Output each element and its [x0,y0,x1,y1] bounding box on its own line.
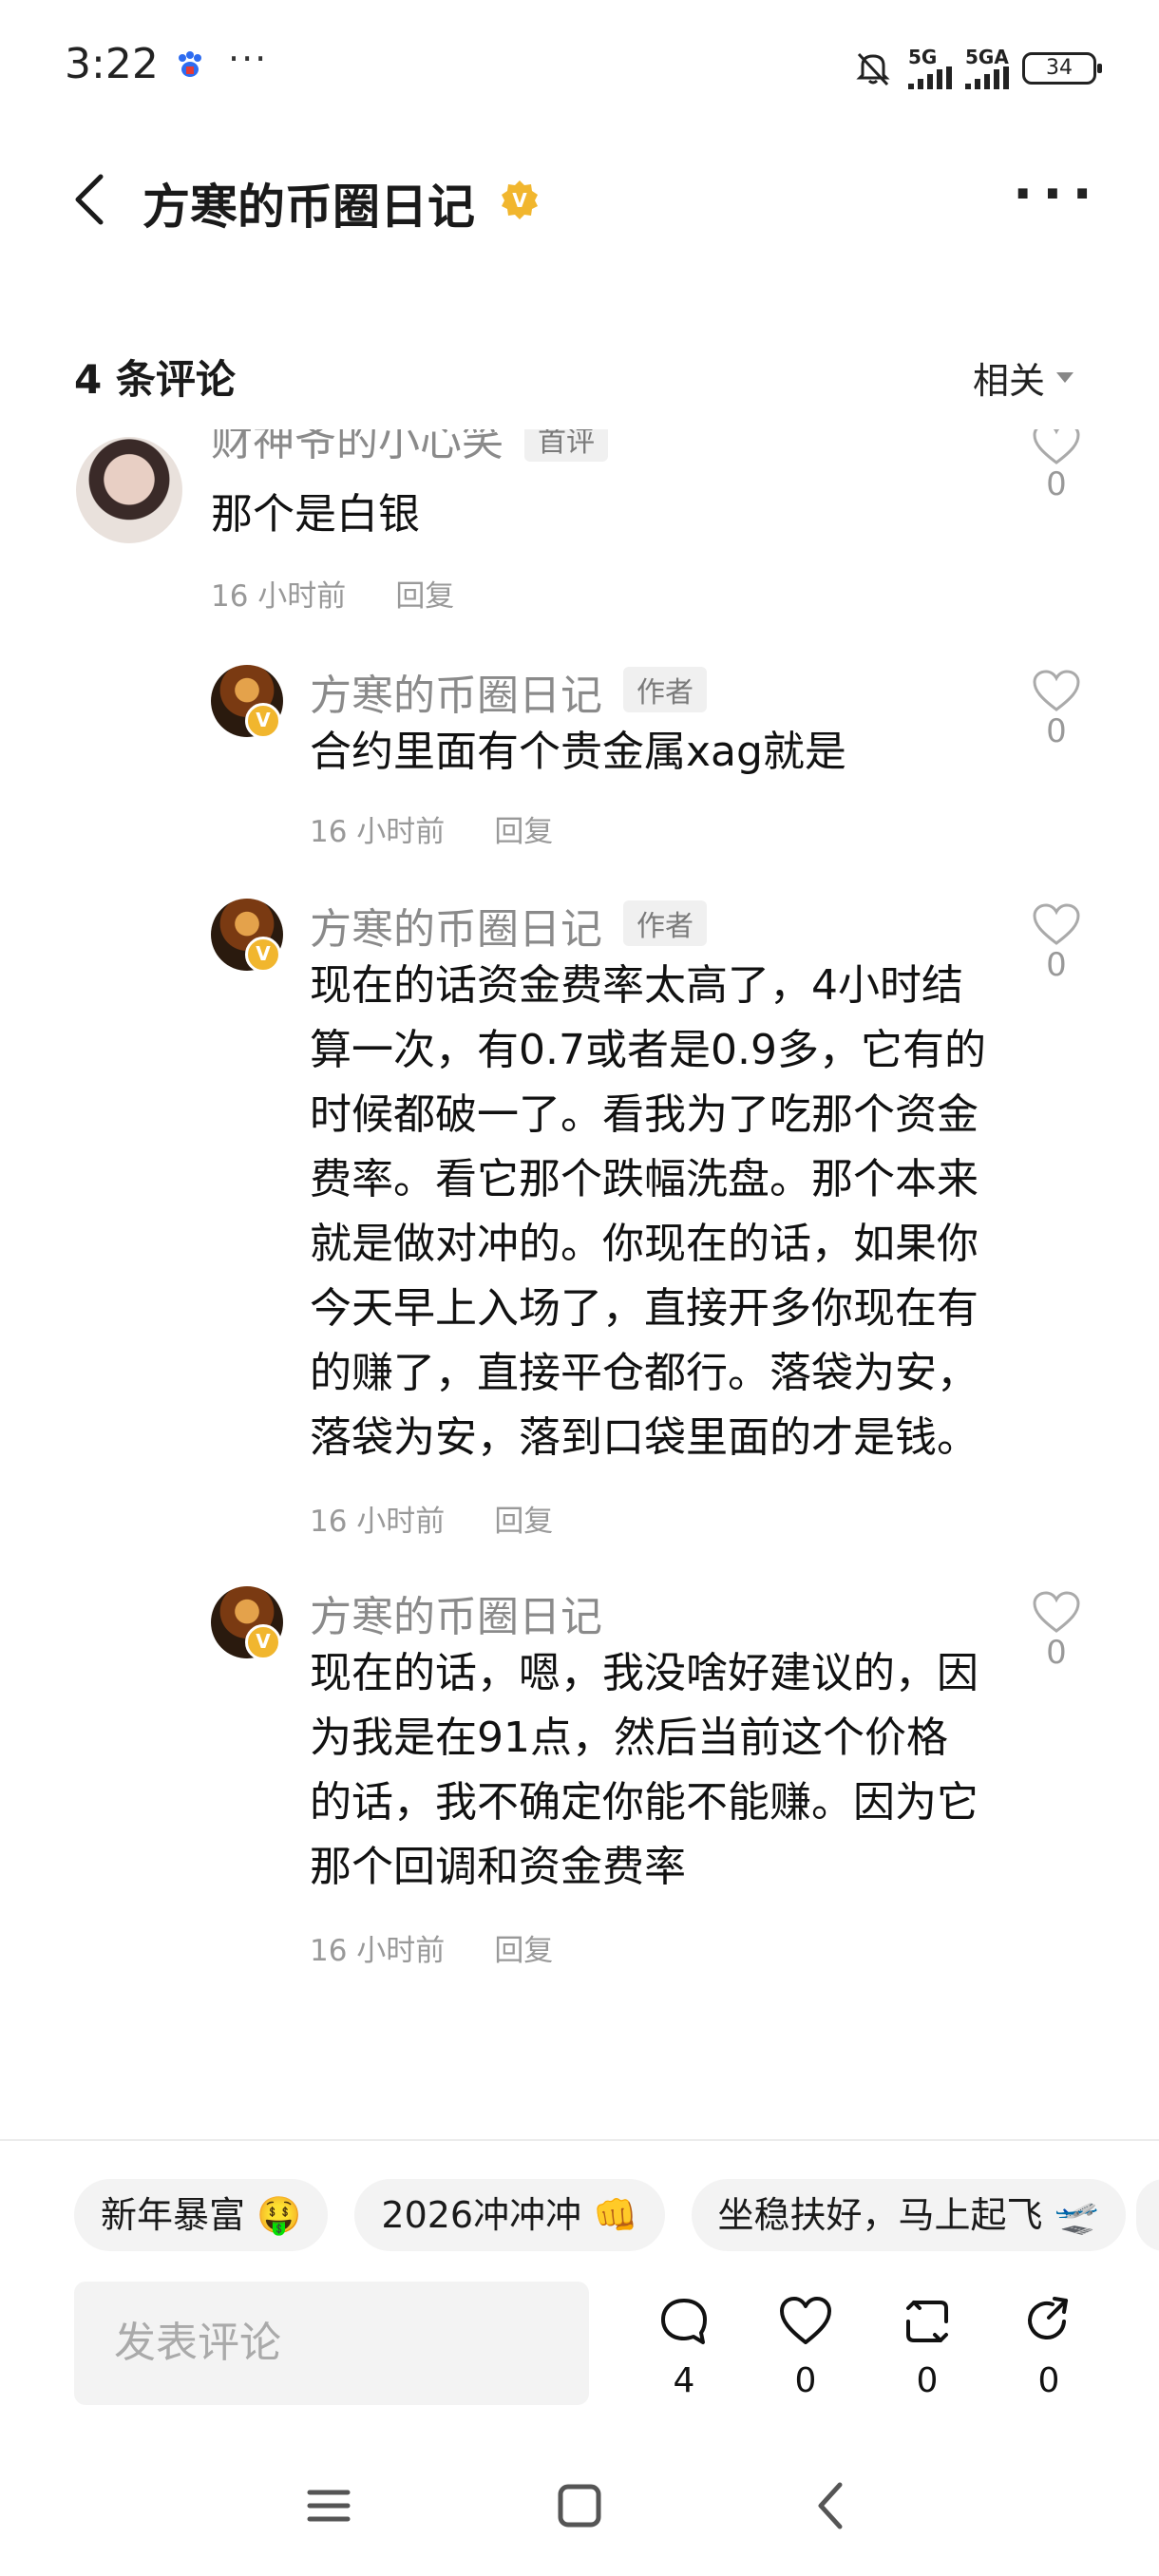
status-more-dots: ··· [228,38,269,80]
like-count: 0 [794,2361,817,2400]
back-arrow-icon[interactable] [68,169,114,230]
reply-button[interactable]: 回复 [494,815,553,849]
divider [0,2139,1159,2141]
net-label-5ga: 5GA [965,46,1009,68]
comment-icon [661,2299,707,2344]
quick-reply-chip[interactable]: 2026冲冲冲 👊 [354,2179,665,2251]
reply-button[interactable]: 回复 [395,579,454,614]
comment-button[interactable]: 4 [646,2293,722,2400]
heart-icon [1033,903,1080,945]
reply-button[interactable]: 回复 [494,1505,553,1539]
page-title: 方寒的币圈日记 [142,180,475,235]
share-count: 0 [1037,2361,1060,2400]
like-post-button[interactable]: 0 [768,2293,844,2400]
status-time: 3:22 [65,40,159,88]
comment-time: 16 小时前 [211,579,347,614]
quick-reply-chip-partial[interactable] [1136,2179,1159,2251]
comment-line: 那个回调和资金费率 [310,1843,686,1891]
comment-line: 算一次，有0.7或者是0.9多，它有的 [310,1026,986,1074]
repost-button[interactable]: 0 [889,2293,965,2400]
quick-reply-chip[interactable]: 新年暴富 🤑 [74,2179,329,2251]
signal-group-2: 5GA [965,47,1009,89]
comment-author-name[interactable]: 方寒的币圈日记 [310,895,602,956]
comment-author-name[interactable]: 方寒的币圈日记 [310,661,602,722]
heart-icon [1033,429,1080,464]
quick-reply-chip[interactable]: 坐稳扶好，马上起飞 🛫 [691,2179,1126,2251]
comment-line: 就是做对冲的。你现在的话，如果你 [310,1220,978,1268]
comment-line: 的话，我不确定你能不能赚。因为它 [310,1778,978,1827]
menu-icon[interactable] [300,2477,357,2534]
like-button[interactable]: 0 [1028,429,1085,503]
home-icon[interactable] [551,2477,608,2534]
comment-time: 16 小时前 [310,1934,446,1968]
heart-icon [780,2297,831,2344]
comment-line: 现在的话资金费率太高了，4小时结 [310,961,963,1010]
comment-time: 16 小时前 [310,1505,446,1539]
comment-text: 那个是白银 [211,490,420,539]
comment-text: 合约里面有个贵金属xag就是 [310,728,846,776]
heart-icon [1033,1591,1080,1633]
signal-icon [965,66,1009,89]
mute-icon [856,52,890,86]
comment-line: 费率。看它那个跌幅洗盘。那个本来 [310,1155,978,1203]
comment-list[interactable]: 财神爷的小心笑 首评 那个是白银 16 小时前 回复 0 V 方寒的币圈日记 作者… [0,429,1159,2130]
share-button[interactable]: 0 [1011,2293,1087,2400]
comment-author-name[interactable]: 方寒的币圈日记 [310,1582,602,1643]
like-count: 0 [1046,946,1067,984]
verified-badge-icon: V [245,703,281,739]
repost-count: 0 [916,2361,939,2400]
first-comment-tag: 首评 [524,429,608,462]
comment-time: 16 小时前 [310,815,446,849]
verified-badge-icon: V [245,937,281,973]
net-label-5g: 5G [908,46,938,68]
like-count: 0 [1046,1634,1067,1672]
repost-icon [906,2301,948,2342]
chevron-down-icon [1056,372,1074,383]
comment-text: 现在的话资金费率太高了，4小时结 算一次，有0.7或者是0.9多，它有的 时候都… [310,954,986,1470]
battery-icon: 34 [1022,52,1102,85]
verified-badge-icon: V [499,179,541,220]
more-icon[interactable]: ··· [1013,163,1102,225]
avatar[interactable] [76,437,182,543]
sort-label: 相关 [972,360,1045,402]
verified-badge-icon: V [245,1624,281,1660]
comment-line: 为我是在91点，然后当前这个价格 [310,1714,948,1762]
comment-line: 今天早上入场了，直接开多你现在有 [310,1284,978,1333]
comment-input[interactable]: 发表评论 [74,2282,589,2405]
like-button[interactable]: 0 [1028,669,1085,750]
like-count: 0 [1046,465,1067,503]
like-count: 0 [1046,712,1067,750]
heart-icon [1033,670,1080,711]
author-tag: 作者 [623,900,707,946]
back-icon[interactable] [804,2477,861,2534]
comment-author-name[interactable]: 财神爷的小心笑 [211,429,504,467]
quick-reply-chips: 新年暴富 🤑 2026冲冲冲 👊 坐稳扶好，马上起飞 🛫 [74,2179,1126,2251]
comment-line: 的赚了，直接平仓都行。落袋为安， [310,1349,978,1397]
signal-icon [908,66,952,89]
like-button[interactable]: 0 [1028,902,1085,984]
comment-text: 现在的话，嗯，我没啥好建议的，因 为我是在91点，然后当前这个价格 的话，我不确… [310,1641,978,1900]
comment-meta: 16 小时前 回复 [310,1926,602,1969]
comment-meta: 16 小时前 回复 [211,572,504,615]
author-tag: 作者 [623,667,707,712]
comment-count: 4 条评论 [74,356,236,403]
baidu-app-icon [173,47,207,82]
status-right: 5G 5GA 34 [851,40,1102,97]
comment-line: 现在的话，嗯，我没啥好建议的，因 [310,1649,978,1697]
reply-button[interactable]: 回复 [494,1934,553,1968]
comment-line: 时候都破一了。看我为了吃那个资金 [310,1090,978,1139]
like-button[interactable]: 0 [1028,1590,1085,1672]
sort-dropdown[interactable]: 相关 [973,351,1074,404]
svg-text:V: V [512,189,527,212]
comment-meta: 16 小时前 回复 [310,1497,602,1540]
share-icon [1028,2297,1068,2339]
comment-count: 4 [673,2361,695,2400]
comment-line: 落袋为安，落到口袋里面的才是钱。 [310,1413,978,1462]
signal-group-1: 5G [908,47,952,89]
comment-meta: 16 小时前 回复 [310,807,602,850]
